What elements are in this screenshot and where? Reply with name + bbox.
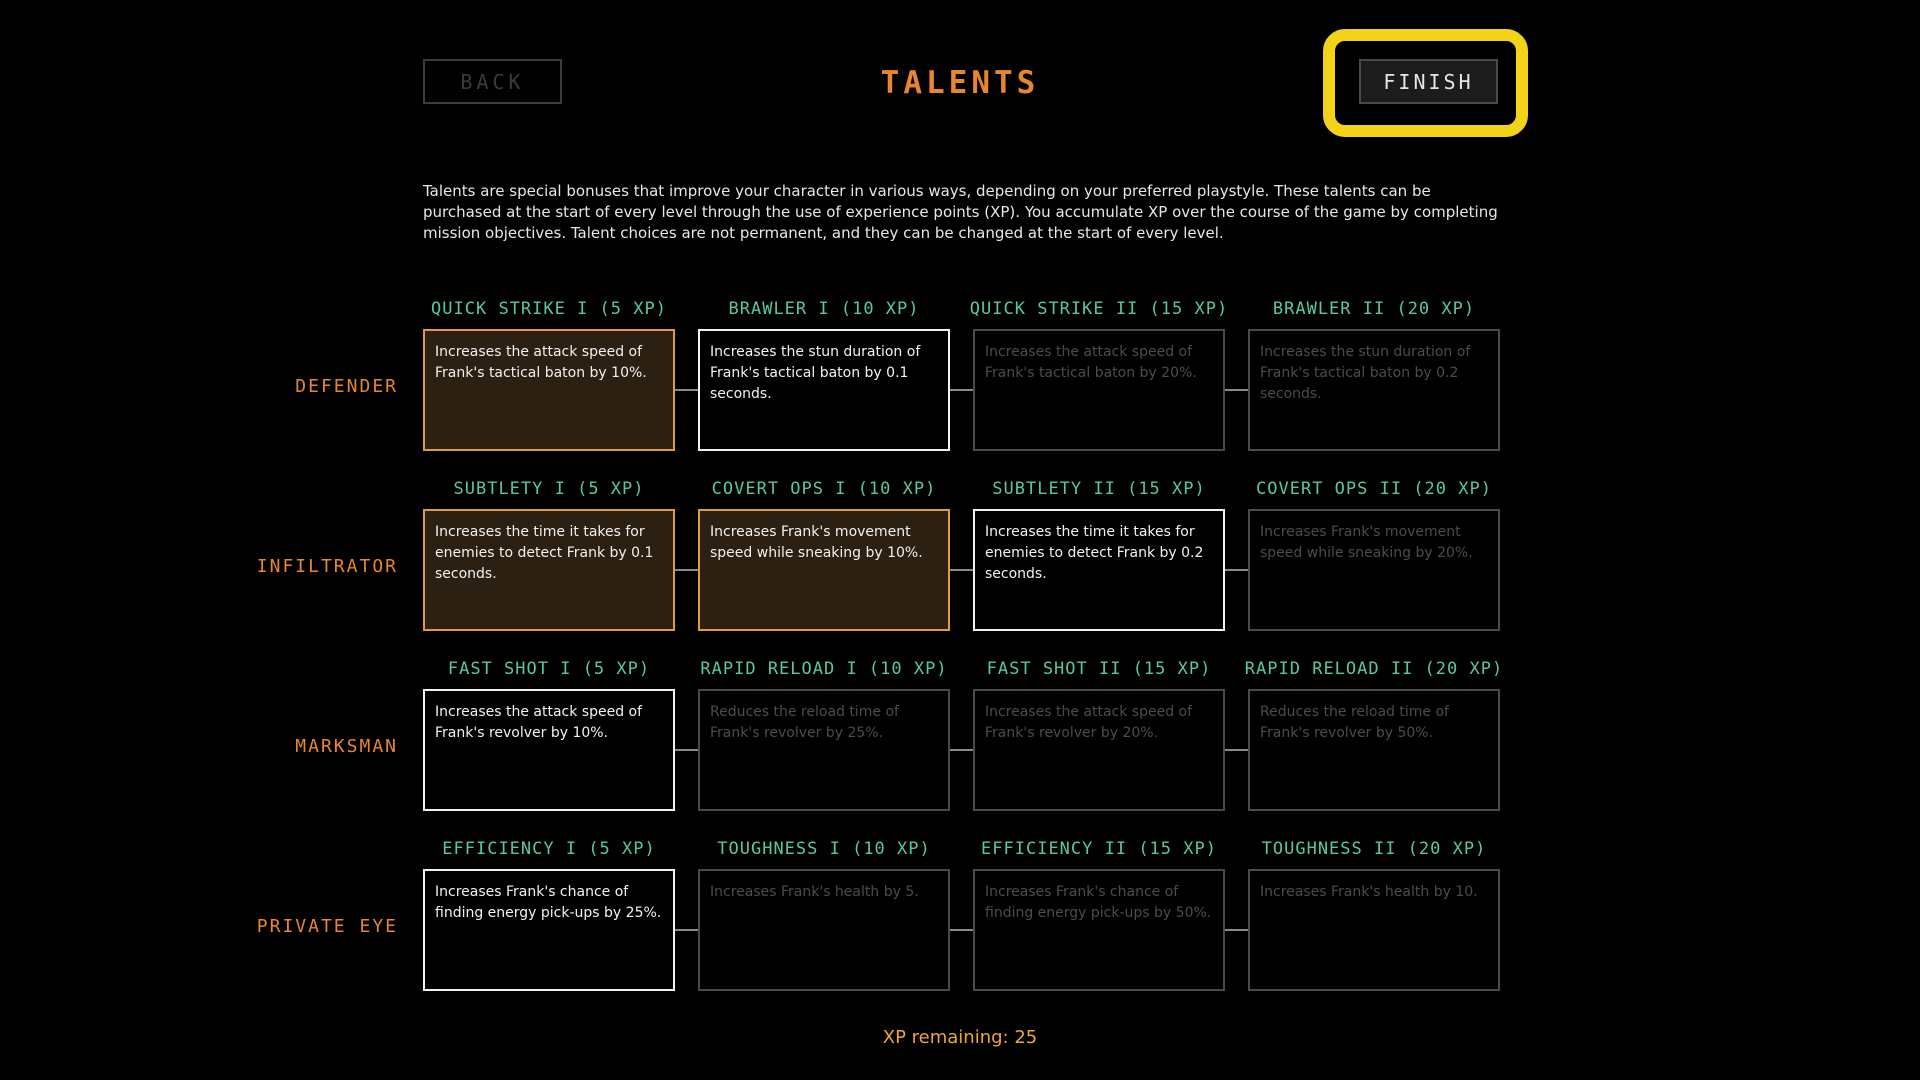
talent-card-private-eye-2[interactable]: Increases Frank's health by 5.	[698, 869, 950, 991]
talent-connector	[675, 389, 699, 391]
talent-card-private-eye-1[interactable]: Increases Frank's chance of finding ener…	[423, 869, 675, 991]
row-label-infiltrator: INFILTRATOR	[256, 556, 398, 577]
talent-card-defender-4[interactable]: Increases the stun duration of Frank's t…	[1248, 329, 1500, 451]
back-button[interactable]: BACK	[423, 59, 562, 104]
talent-card-defender-3[interactable]: Increases the attack speed of Frank's ta…	[973, 329, 1225, 451]
talent-title: BRAWLER I (10 XP)	[728, 299, 920, 319]
row-label-marksman: MARKSMAN	[295, 736, 398, 757]
talent-connector	[950, 749, 974, 751]
talent-title: RAPID RELOAD II (20 XP)	[1244, 659, 1504, 679]
talent-card-marksman-2[interactable]: Reduces the reload time of Frank's revol…	[698, 689, 950, 811]
talent-connector	[1225, 929, 1249, 931]
talent-connector	[675, 749, 699, 751]
talent-card-marksman-3[interactable]: Increases the attack speed of Frank's re…	[973, 689, 1225, 811]
talent-title: FAST SHOT I (5 XP)	[447, 659, 651, 679]
talent-connector	[1225, 389, 1249, 391]
talent-title: COVERT OPS II (20 XP)	[1256, 479, 1492, 499]
talent-title: COVERT OPS I (10 XP)	[711, 479, 937, 499]
talent-connector	[675, 569, 699, 571]
talent-title: EFFICIENCY I (5 XP)	[442, 839, 656, 859]
talent-connector	[950, 569, 974, 571]
talent-title: RAPID RELOAD I (10 XP)	[700, 659, 948, 679]
finish-button[interactable]: FINISH	[1359, 59, 1498, 104]
row-label-defender: DEFENDER	[295, 376, 398, 397]
talent-card-infiltrator-1[interactable]: Increases the time it takes for enemies …	[423, 509, 675, 631]
talent-connector	[1225, 749, 1249, 751]
talent-connector	[675, 929, 699, 931]
talents-description: Talents are special bonuses that improve…	[423, 182, 1498, 242]
talent-title: EFFICIENCY II (15 XP)	[981, 839, 1217, 859]
talent-card-infiltrator-3[interactable]: Increases the time it takes for enemies …	[973, 509, 1225, 631]
talent-title: BRAWLER II (20 XP)	[1272, 299, 1476, 319]
talent-card-marksman-4[interactable]: Reduces the reload time of Frank's revol…	[1248, 689, 1500, 811]
talent-title: FAST SHOT II (15 XP)	[986, 659, 1212, 679]
talent-title: QUICK STRIKE I (5 XP)	[431, 299, 667, 319]
talent-card-marksman-1[interactable]: Increases the attack speed of Frank's re…	[423, 689, 675, 811]
xp-remaining: XP remaining: 25	[882, 1027, 1038, 1048]
talent-title: SUBTLETY I (5 XP)	[453, 479, 645, 499]
page-title: TALENTS	[880, 65, 1040, 101]
talent-connector	[950, 929, 974, 931]
talent-card-defender-1[interactable]: Increases the attack speed of Frank's ta…	[423, 329, 675, 451]
talent-connector	[950, 389, 974, 391]
talents-screen: BACK TALENTS FINISH Talents are special …	[0, 0, 1920, 1080]
talent-title: TOUGHNESS I (10 XP)	[717, 839, 931, 859]
talent-connector	[1225, 569, 1249, 571]
talent-card-private-eye-4[interactable]: Increases Frank's health by 10.	[1248, 869, 1500, 991]
talent-card-private-eye-3[interactable]: Increases Frank's chance of finding ener…	[973, 869, 1225, 991]
talent-card-infiltrator-4[interactable]: Increases Frank's movement speed while s…	[1248, 509, 1500, 631]
talent-title: TOUGHNESS II (20 XP)	[1261, 839, 1487, 859]
talent-title: QUICK STRIKE II (15 XP)	[969, 299, 1229, 319]
row-label-private-eye: PRIVATE EYE	[256, 916, 398, 937]
talent-card-infiltrator-2[interactable]: Increases Frank's movement speed while s…	[698, 509, 950, 631]
talent-title: SUBTLETY II (15 XP)	[992, 479, 1206, 499]
talent-card-defender-2[interactable]: Increases the stun duration of Frank's t…	[698, 329, 950, 451]
